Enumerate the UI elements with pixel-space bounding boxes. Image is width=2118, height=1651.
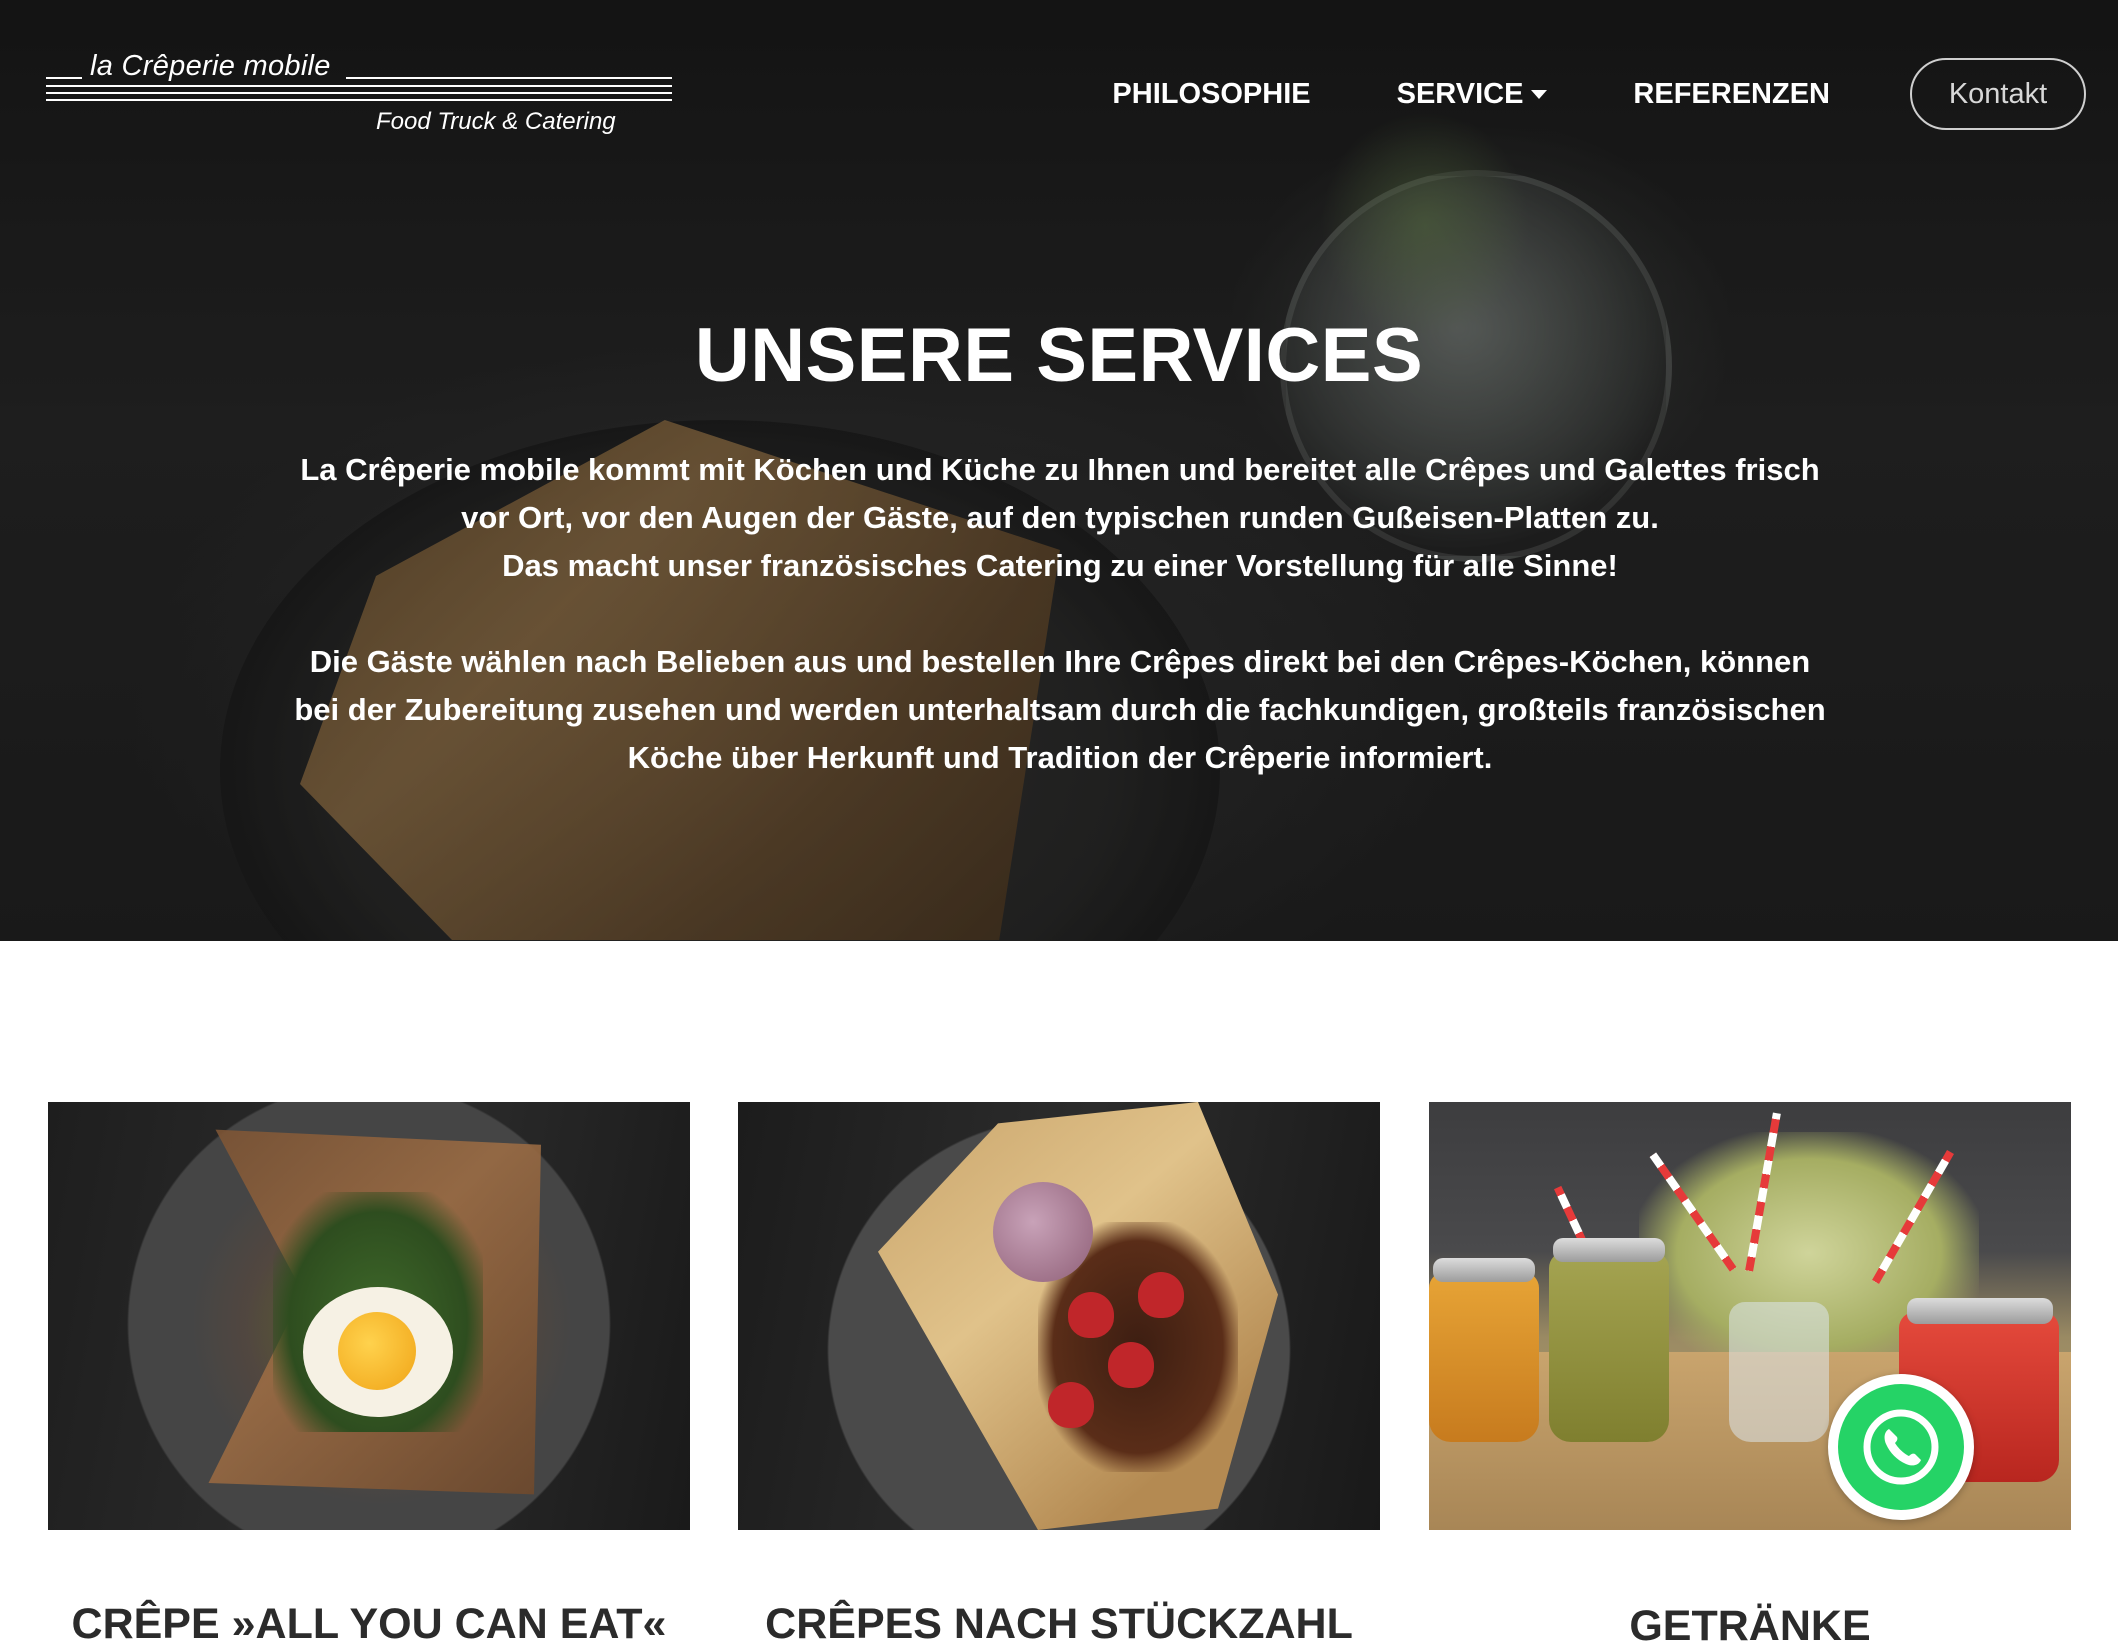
- service-card-title: CRÊPE »ALL YOU CAN EAT«: [71, 1600, 667, 1648]
- water-vase: [1729, 1302, 1829, 1442]
- service-card-stueckzahl[interactable]: CRÊPES NACH STÜCKZAHL: [738, 1102, 1380, 1648]
- jar-lid: [1553, 1238, 1665, 1262]
- nav-philosophie[interactable]: PHILOSOPHIE: [1112, 78, 1310, 111]
- page-title: UNSERE SERVICES: [694, 313, 1424, 398]
- site-logo[interactable]: la Crêperie mobile Food Truck & Catering: [46, 50, 672, 146]
- hero-paragraph-2: Die Gäste wählen nach Belieben aus und b…: [230, 638, 1890, 782]
- hero-line: Die Gäste wählen nach Belieben aus und b…: [309, 644, 1811, 679]
- ice-cream-scoop: [993, 1182, 1093, 1282]
- strawberry: [1108, 1342, 1154, 1388]
- sweet-crepe-image: [738, 1102, 1380, 1530]
- nav-referenzen-label: REFERENZEN: [1633, 77, 1830, 110]
- service-card-getraenke[interactable]: GETRÄNKE: [1429, 1102, 2071, 1650]
- kontakt-button[interactable]: Kontakt: [1910, 58, 2086, 130]
- phone-icon: [1863, 1409, 1939, 1485]
- hero-line: bei der Zubereitung zusehen und werden u…: [294, 692, 1826, 727]
- whatsapp-icon: [1838, 1384, 1964, 1510]
- strawberry: [1138, 1272, 1184, 1318]
- hero-description: La Crêperie mobile kommt mit Köchen und …: [230, 446, 1890, 830]
- logo-subtitle: Food Truck & Catering: [376, 108, 616, 135]
- hero-line: Das macht unser französisches Catering z…: [502, 548, 1618, 583]
- nav-referenzen[interactable]: REFERENZEN: [1633, 78, 1830, 111]
- hero-line: La Crêperie mobile kommt mit Köchen und …: [300, 452, 1820, 487]
- service-card-title: CRÊPES NACH STÜCKZAHL: [765, 1600, 1353, 1648]
- strawberry: [1048, 1382, 1094, 1428]
- juice-jar: [1549, 1252, 1669, 1442]
- drinks-image: [1429, 1102, 2071, 1530]
- whatsapp-button[interactable]: [1828, 1374, 1974, 1520]
- service-card-all-you-can-eat[interactable]: CRÊPE »ALL YOU CAN EAT«: [48, 1102, 690, 1648]
- egg-yolk: [338, 1312, 416, 1390]
- main-nav: PHILOSOPHIE SERVICE REFERENZEN Kontakt: [1112, 56, 2086, 132]
- service-card-title: GETRÄNKE: [1629, 1602, 1871, 1650]
- jar-lid: [1907, 1298, 2053, 1324]
- logo-title: la Crêperie mobile: [90, 50, 331, 82]
- hero-section: la Crêperie mobile Food Truck & Catering…: [0, 0, 2118, 941]
- nav-service-label: SERVICE: [1396, 77, 1524, 110]
- nav-philosophie-label: PHILOSOPHIE: [1112, 77, 1311, 110]
- nav-service[interactable]: SERVICE: [1397, 78, 1548, 111]
- hero-paragraph-1: La Crêperie mobile kommt mit Köchen und …: [230, 446, 1890, 590]
- juice-jar: [1429, 1272, 1539, 1442]
- hero-line: Köche über Herkunft und Tradition der Cr…: [627, 740, 1493, 775]
- strawberry: [1068, 1292, 1114, 1338]
- caret-down-icon: [1531, 89, 1548, 99]
- galette-image: [48, 1102, 690, 1530]
- hero-line: vor Ort, vor den Augen der Gäste, auf de…: [461, 500, 1659, 535]
- jar-lid: [1433, 1258, 1535, 1282]
